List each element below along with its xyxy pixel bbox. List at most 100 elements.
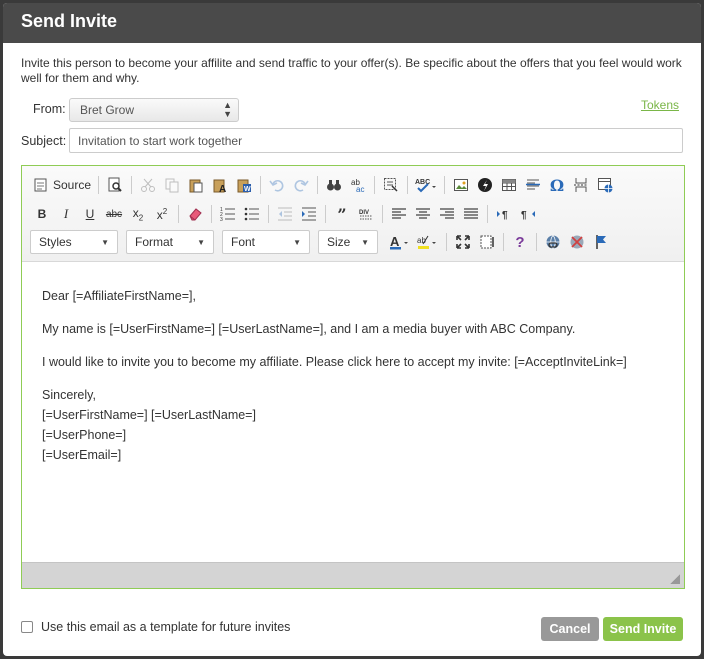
spellcheck-button[interactable]: ABC — [412, 174, 440, 196]
undo-button[interactable] — [265, 174, 289, 196]
editor-statusbar — [22, 562, 684, 588]
cut-icon — [141, 178, 156, 192]
indent-button[interactable] — [297, 203, 321, 225]
editor-toolbar: Source A W ab ac ABC Ω B I U abc x2 x2 1… — [22, 166, 684, 262]
bulleted-list-button[interactable] — [240, 203, 264, 225]
align-justify-button[interactable] — [459, 203, 483, 225]
toolbar-separator — [317, 176, 319, 194]
chevron-down-icon: ▼ — [361, 237, 369, 247]
cancel-button[interactable]: Cancel — [541, 617, 599, 641]
maximize-button[interactable] — [451, 231, 475, 253]
align-left-button[interactable] — [387, 203, 411, 225]
toolbar-separator — [178, 205, 179, 223]
from-label: From: — [33, 102, 66, 116]
flash-button[interactable] — [473, 174, 497, 196]
highlight-color-icon: ab — [417, 235, 436, 249]
signature-email: [=UserEmail=] — [42, 448, 122, 462]
email-body[interactable]: Dear [=AffiliateFirstName=], My name is … — [22, 262, 684, 562]
outdent-button[interactable] — [273, 203, 297, 225]
toolbar-separator — [444, 176, 446, 194]
send-invite-button[interactable]: Send Invite — [603, 617, 683, 641]
numbered-list-button[interactable]: 123 — [216, 203, 240, 225]
redo-button[interactable] — [289, 174, 313, 196]
paste-button[interactable] — [184, 174, 208, 196]
unlink-button[interactable] — [565, 231, 589, 253]
dialog-title: Send Invite — [3, 3, 701, 43]
subscript-button[interactable]: x2 — [126, 203, 150, 225]
text-color-button[interactable]: A — [386, 231, 414, 253]
image-button[interactable] — [449, 174, 473, 196]
find-button[interactable] — [322, 174, 346, 196]
blockquote-button[interactable]: ” — [330, 203, 354, 225]
background-color-button[interactable]: ab — [414, 231, 442, 253]
toolbar-separator — [98, 176, 100, 194]
toolbar-separator — [268, 205, 269, 223]
spellcheck-icon: ABC — [415, 179, 437, 193]
source-button[interactable]: Source — [30, 174, 94, 196]
svg-text:¶: ¶ — [521, 210, 527, 221]
ltr-icon: ¶ — [497, 210, 508, 221]
iframe-button[interactable] — [593, 174, 617, 196]
size-label: Size — [327, 235, 351, 249]
tokens-link[interactable]: Tokens — [641, 98, 679, 112]
chevron-down-icon: ▼ — [197, 237, 205, 247]
help-button[interactable]: ? — [508, 231, 532, 253]
table-icon — [502, 179, 517, 191]
page-break-button[interactable] — [569, 174, 593, 196]
superscript-button[interactable]: x2 — [150, 203, 174, 225]
signature-name: [=UserFirstName=] [=UserLastName=] — [42, 408, 256, 422]
template-checkbox[interactable] — [21, 621, 33, 633]
resize-handle-icon[interactable] — [670, 574, 680, 584]
send-invite-dialog: Send Invite Invite this person to become… — [3, 3, 701, 656]
underline-button[interactable]: U — [78, 203, 102, 225]
horizontal-rule-button[interactable] — [521, 174, 545, 196]
size-dropdown[interactable]: Size ▼ — [318, 230, 378, 254]
toolbar-separator — [131, 176, 133, 194]
strikethrough-button[interactable]: abc — [102, 203, 126, 225]
div-container-icon: DIV — [359, 210, 372, 220]
link-icon — [546, 235, 560, 249]
toolbar-separator — [487, 205, 488, 223]
align-right-button[interactable] — [435, 203, 459, 225]
chevron-down-icon: ▼ — [101, 237, 109, 247]
select-all-button[interactable] — [379, 174, 403, 196]
subject-input[interactable] — [69, 128, 683, 153]
replace-button[interactable]: ab ac — [346, 174, 370, 196]
preview-button[interactable] — [103, 174, 127, 196]
special-char-button[interactable]: Ω — [545, 174, 569, 196]
font-dropdown[interactable]: Font ▼ — [222, 230, 310, 254]
align-left-icon — [392, 208, 406, 219]
italic-button[interactable]: I — [54, 203, 78, 225]
iframe-icon — [598, 178, 613, 193]
cut-button[interactable] — [136, 174, 160, 196]
styles-dropdown[interactable]: Styles ▼ — [30, 230, 118, 254]
svg-text:W: W — [244, 186, 251, 193]
from-select[interactable]: Bret Grow ▲ ▼ — [69, 98, 239, 122]
format-dropdown[interactable]: Format ▼ — [126, 230, 214, 254]
from-select-value: Bret Grow — [80, 103, 135, 117]
template-option[interactable]: Use this email as a template for future … — [21, 620, 290, 634]
page-break-icon — [574, 178, 589, 192]
copy-icon — [165, 178, 179, 193]
replace-icon: abac — [351, 178, 364, 193]
remove-format-button[interactable] — [183, 203, 207, 225]
svg-text:DIV: DIV — [359, 210, 369, 216]
align-right-icon — [440, 208, 454, 219]
paste-word-button[interactable]: W — [232, 174, 256, 196]
text-direction-rtl-button[interactable]: ¶ — [516, 203, 540, 225]
flag-icon — [596, 235, 606, 249]
div-container-button[interactable]: DIV — [354, 203, 378, 225]
text-direction-ltr-button[interactable]: ¶ — [492, 203, 516, 225]
copy-button[interactable] — [160, 174, 184, 196]
undo-icon — [269, 180, 284, 192]
show-blocks-button[interactable] — [475, 231, 499, 253]
paste-text-button[interactable]: A — [208, 174, 232, 196]
align-center-button[interactable] — [411, 203, 435, 225]
table-button[interactable] — [497, 174, 521, 196]
maximize-icon — [456, 235, 470, 249]
bold-button[interactable]: B — [30, 203, 54, 225]
anchor-button[interactable] — [589, 231, 613, 253]
link-button[interactable] — [541, 231, 565, 253]
toolbar-separator — [446, 233, 447, 251]
email-paragraph-2: I would like to invite you to become my … — [42, 355, 627, 369]
